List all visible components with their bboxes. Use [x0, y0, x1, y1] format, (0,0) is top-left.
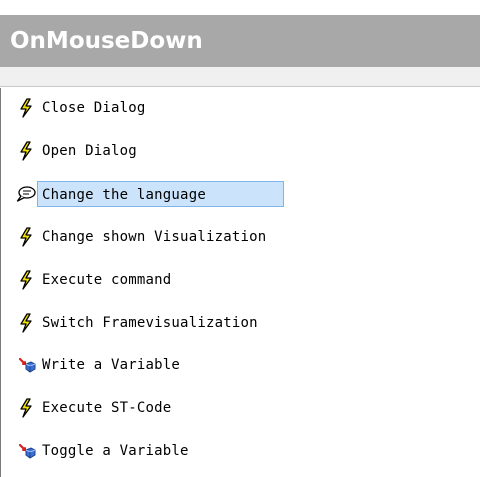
action-item-change-language[interactable]: Change the language [15, 179, 284, 209]
event-header: OnMouseDown [0, 15, 480, 67]
header-subbar [0, 67, 480, 87]
action-item-label: Change shown Visualization [42, 229, 267, 245]
lightning-icon [15, 226, 37, 248]
action-item-label: Write a Variable [42, 357, 181, 373]
variable-toggle-icon [15, 440, 37, 462]
action-item-execute-command[interactable]: Execute command [15, 265, 171, 295]
action-item-label: Execute ST-Code [42, 400, 172, 416]
action-item-close-dialog[interactable]: Close Dialog [15, 93, 146, 123]
action-item-write-variable[interactable]: Write a Variable [15, 350, 180, 380]
action-item-label: Toggle a Variable [42, 443, 189, 459]
action-item-label: Close Dialog [42, 100, 146, 116]
action-item-change-visualization[interactable]: Change shown Visualization [15, 222, 266, 252]
action-item-execute-st-code[interactable]: Execute ST-Code [15, 393, 171, 423]
action-item-label: Execute command [42, 272, 172, 288]
action-item-toggle-variable[interactable]: Toggle a Variable [15, 436, 189, 466]
speech-bubble-icon [15, 183, 37, 205]
action-item-label: Change the language [37, 181, 284, 207]
lightning-icon [15, 97, 37, 119]
variable-write-icon [15, 354, 37, 376]
lightning-icon [15, 312, 37, 334]
action-item-label: Switch Framevisualization [42, 315, 258, 331]
lightning-icon [15, 140, 37, 162]
action-item-label: Open Dialog [42, 143, 137, 159]
action-list: Close Dialog Open Dialog Change the lang… [0, 88, 480, 477]
lightning-icon [15, 269, 37, 291]
action-item-switch-framevisualization[interactable]: Switch Framevisualization [15, 308, 258, 338]
event-title: OnMouseDown [10, 28, 203, 54]
lightning-icon [15, 397, 37, 419]
action-item-open-dialog[interactable]: Open Dialog [15, 136, 137, 166]
